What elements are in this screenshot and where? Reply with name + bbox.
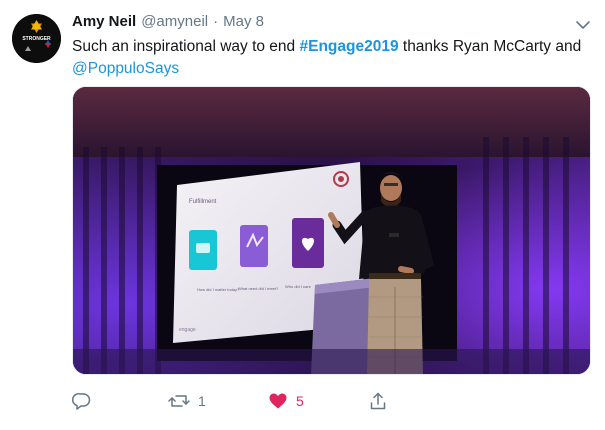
slide-caption-1: How did I matter today? — [197, 287, 240, 292]
slide-caption-2: What need did I meet? — [238, 286, 279, 291]
avatar[interactable]: STRONGER — [12, 14, 61, 63]
chevron-down-icon[interactable] — [574, 16, 592, 34]
like-count: 5 — [296, 393, 304, 409]
slide-title: Fulfillment — [189, 199, 217, 205]
slide-caption-3: Who did I care — [285, 284, 312, 289]
retweet-count: 1 — [198, 393, 206, 409]
heart-icon — [269, 393, 287, 409]
author-handle[interactable]: @amyneil — [141, 13, 208, 30]
retweet-button[interactable]: 1 — [168, 389, 206, 413]
avatar-logo-text: STRONGER — [22, 36, 51, 42]
like-button[interactable]: 5 — [268, 389, 304, 413]
tweet-photo[interactable]: Fulfillment How did I matter today? What… — [72, 86, 591, 375]
share-icon — [370, 392, 386, 410]
tweet-header: Amy Neil @amyneil · May 8 — [72, 13, 264, 35]
reply-icon — [72, 392, 91, 410]
share-button[interactable] — [368, 389, 388, 413]
slide-footer: engage — [179, 327, 196, 333]
retweet-icon — [168, 395, 190, 407]
hashtag-link[interactable]: #Engage2019 — [299, 38, 398, 55]
tweet-date[interactable]: May 8 — [223, 13, 264, 30]
tweet[interactable]: STRONGER Amy Neil @amyneil · May 8 Such … — [0, 0, 605, 430]
tweet-text-part: Such an inspirational way to end — [72, 38, 300, 55]
mention-link[interactable]: @PoppuloSays — [72, 60, 179, 77]
separator-dot: · — [213, 13, 219, 30]
author-name[interactable]: Amy Neil — [72, 13, 136, 30]
tweet-text: Such an inspirational way to end #Engage… — [72, 36, 592, 80]
tweet-text-part: thanks Ryan McCarty and — [398, 38, 582, 55]
reply-button[interactable] — [72, 389, 100, 413]
action-bar: 1 5 — [72, 389, 592, 413]
